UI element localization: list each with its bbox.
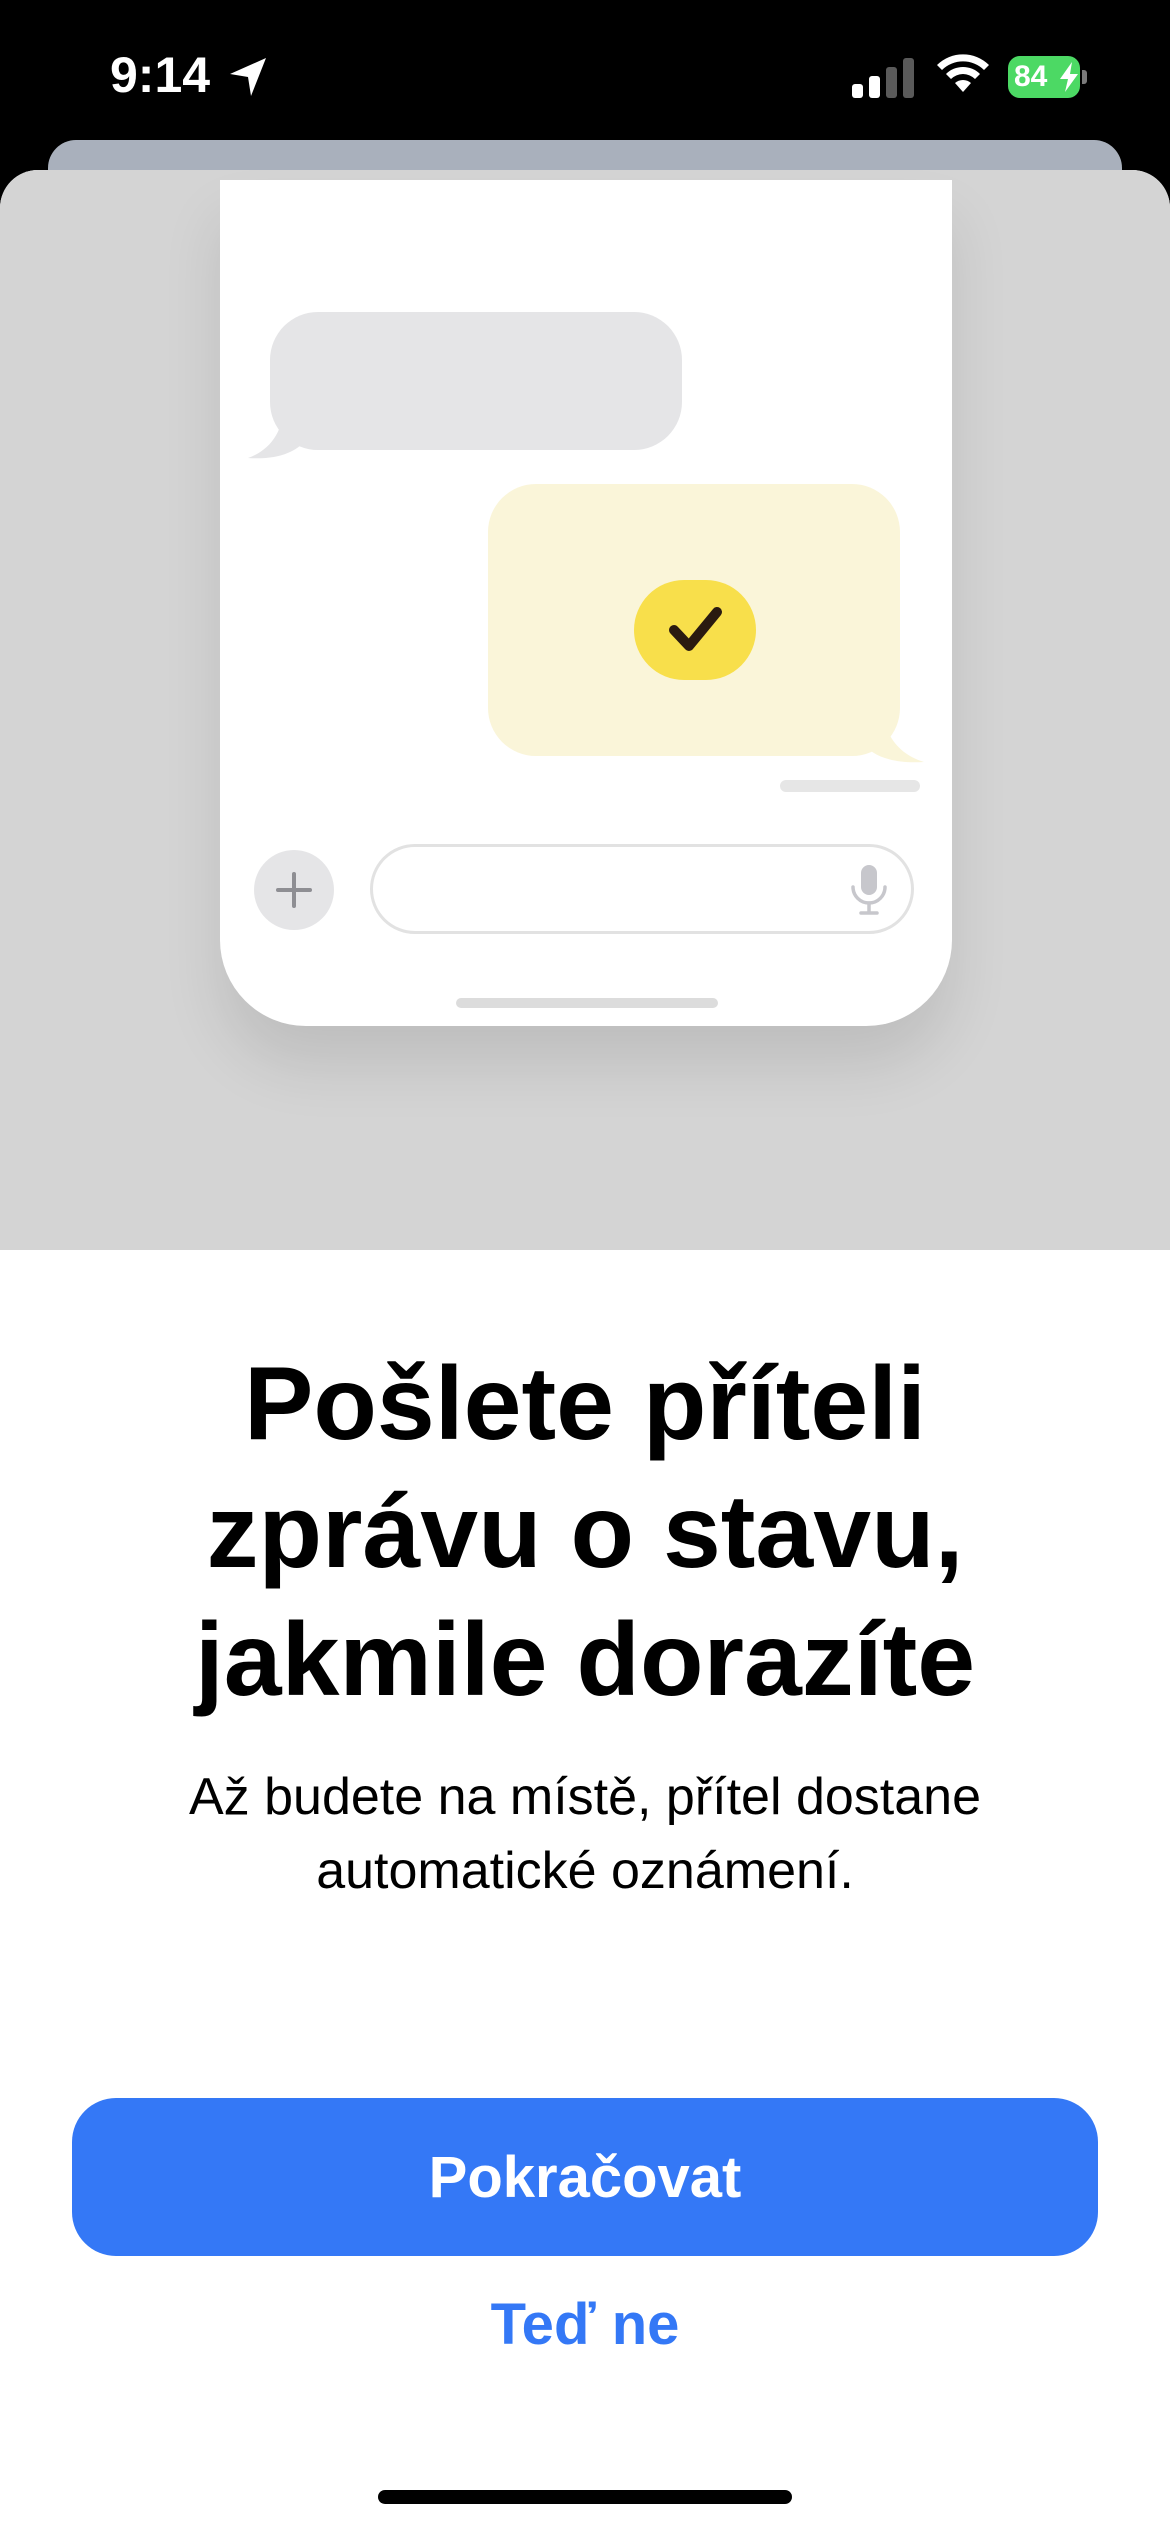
home-indicator[interactable] [378,2490,792,2504]
page-subtitle: Až budete na místě, přítel dostane autom… [188,1768,982,1900]
wifi-icon [937,54,989,92]
continue-button[interactable]: Pokračovat [72,2098,1098,2256]
delivery-status-line [780,780,920,792]
received-message-bubble [270,312,682,450]
plus-button [254,850,334,930]
status-time: 9:14 [110,47,211,103]
plus-icon [276,872,312,908]
microphone-icon [851,865,887,915]
charging-bolt-icon [1060,62,1078,92]
checkmark-icon [669,607,722,651]
battery-cap [1082,70,1087,84]
phone-illustration [220,180,952,1026]
page-title: Pošlete příteli zprávu o stavu, jakmile … [194,1346,976,1718]
cellular-signal-icon [852,58,914,98]
phone-home-indicator [456,998,718,1008]
illustration-area [0,170,1170,1250]
status-bar: 9:14 84 [0,0,1170,150]
modal-sheet: Pošlete příteli zprávu o stavu, jakmile … [0,170,1170,2532]
location-arrow-icon [230,58,266,96]
message-input-field [370,844,914,934]
check-in-badge [634,580,756,680]
not-now-button[interactable]: Teď ne [385,2280,785,2370]
battery-charging-icon: 84 [1008,56,1087,98]
